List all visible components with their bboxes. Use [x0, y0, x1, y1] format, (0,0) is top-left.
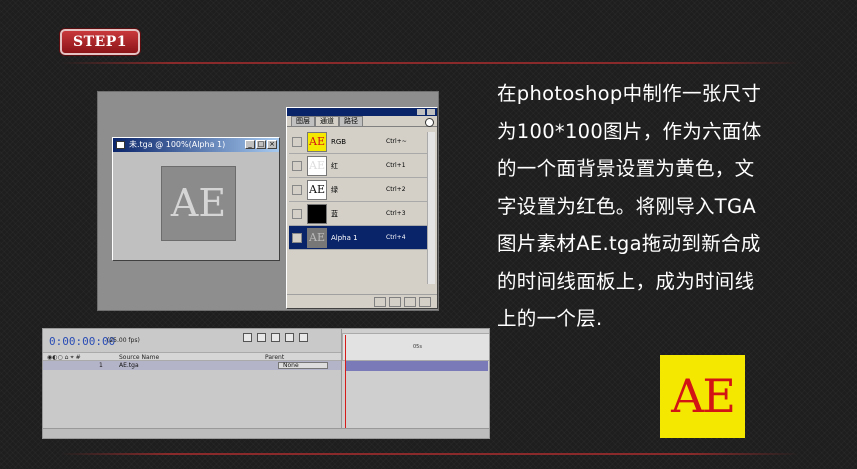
document-canvas: AE	[161, 166, 236, 241]
tab-layers[interactable]: 图层	[291, 116, 315, 126]
tab-paths[interactable]: 路径	[339, 116, 363, 126]
channels-panel: 图层 通道 路径 AE RGB Ctrl+~ AE 红 Ctrl+1 AE 绿 …	[286, 107, 438, 309]
panel-minimize-icon[interactable]	[417, 109, 425, 115]
visibility-icon[interactable]	[292, 232, 302, 243]
ruler-mark: 05s	[413, 344, 422, 350]
document-icon	[116, 141, 125, 149]
channel-shortcut: Ctrl+4	[386, 234, 406, 241]
channel-row-alpha[interactable]: AE Alpha 1 Ctrl+4	[289, 226, 427, 250]
channel-name: RGB	[331, 137, 347, 146]
motion-blur-icon[interactable]	[285, 333, 294, 342]
timecode[interactable]: 0:00:00:00	[49, 335, 115, 348]
document-window: 未.tga @ 100%(Alpha 1) _ □ × AE	[112, 137, 280, 261]
channel-row-green[interactable]: AE 绿 Ctrl+2	[289, 178, 427, 202]
new-channel-icon[interactable]	[404, 297, 416, 307]
channel-row-red[interactable]: AE 红 Ctrl+1	[289, 154, 427, 178]
layer-row[interactable]: 1 AE.tga None	[43, 361, 341, 370]
graph-editor-icon[interactable]	[299, 333, 308, 342]
timeline-toolbar	[243, 333, 308, 342]
layer-duration-bar[interactable]	[345, 361, 488, 371]
channel-thumbnail: AE	[307, 155, 327, 176]
ae-sample-image: AE	[660, 355, 745, 438]
photoshop-screenshot: 未.tga @ 100%(Alpha 1) _ □ × AE 图层 通道 路径 …	[97, 91, 439, 311]
parent-value: None	[283, 362, 299, 369]
document-title: 未.tga @ 100%(Alpha 1)	[129, 140, 226, 149]
load-selection-icon[interactable]	[374, 297, 386, 307]
description-text: 在photoshop中制作一张尺寸 为100*100图片，作为六面体 的一个面背…	[497, 82, 762, 330]
trash-icon[interactable]	[419, 297, 431, 307]
channel-row-blue[interactable]: 蓝 Ctrl+3	[289, 202, 427, 226]
channel-shortcut: Ctrl+1	[386, 162, 406, 169]
draft-3d-icon[interactable]	[257, 333, 266, 342]
channel-shortcut: Ctrl+~	[386, 138, 407, 145]
panel-scrollbar[interactable]	[427, 132, 435, 284]
column-header: ◉◐○ ⌂ ⌖ # Source Name Parent	[43, 352, 341, 361]
tab-channels[interactable]: 通道	[315, 116, 339, 126]
channel-name: 蓝	[331, 209, 338, 218]
panel-tabs: 图层 通道 路径	[287, 116, 437, 127]
source-name-header: Source Name	[119, 354, 160, 361]
after-effects-timeline: 0:00:00:00 (25.00 fps) ◉◐○ ⌂ ⌖ # Source …	[42, 328, 490, 439]
time-ruler[interactable]: 05s	[342, 333, 489, 361]
layer-index: 1	[99, 362, 103, 369]
minimize-icon[interactable]: _	[245, 140, 255, 149]
playhead[interactable]	[345, 335, 346, 431]
channel-shortcut: Ctrl+3	[386, 210, 406, 217]
top-divider	[60, 62, 800, 64]
close-icon[interactable]: ×	[267, 140, 277, 149]
panel-title-bar	[287, 108, 437, 116]
frame-rate: (25.00 fps)	[107, 337, 140, 344]
panel-menu-icon[interactable]	[425, 118, 434, 127]
parent-header: Parent	[265, 354, 285, 361]
visibility-icon[interactable]	[292, 160, 302, 171]
document-title-bar: 未.tga @ 100%(Alpha 1) _ □ ×	[113, 138, 279, 152]
channel-name: Alpha 1	[331, 233, 358, 242]
layer-name: AE.tga	[119, 362, 139, 369]
step-badge: STEP1	[60, 29, 140, 55]
visibility-icon[interactable]	[292, 208, 302, 219]
save-selection-icon[interactable]	[389, 297, 401, 307]
timeline-footer	[43, 428, 489, 438]
channel-thumbnail: AE	[307, 227, 327, 248]
bottom-divider	[60, 453, 800, 455]
visibility-icon[interactable]	[292, 136, 302, 147]
channel-row-rgb[interactable]: AE RGB Ctrl+~	[289, 130, 427, 154]
time-ruler-area: 05s	[341, 329, 489, 438]
channel-thumbnail: AE	[307, 179, 327, 200]
visibility-icon[interactable]	[292, 184, 302, 195]
channel-shortcut: Ctrl+2	[386, 186, 406, 193]
channel-name: 红	[331, 161, 338, 170]
frame-blend-icon[interactable]	[271, 333, 280, 342]
channel-thumbnail: AE	[307, 131, 327, 152]
channel-name: 绿	[331, 185, 338, 194]
channel-thumbnail	[307, 203, 327, 224]
comp-icon[interactable]	[243, 333, 252, 342]
maximize-icon[interactable]: □	[256, 140, 266, 149]
panel-button-bar	[287, 294, 437, 308]
panel-close-icon[interactable]	[427, 109, 435, 115]
